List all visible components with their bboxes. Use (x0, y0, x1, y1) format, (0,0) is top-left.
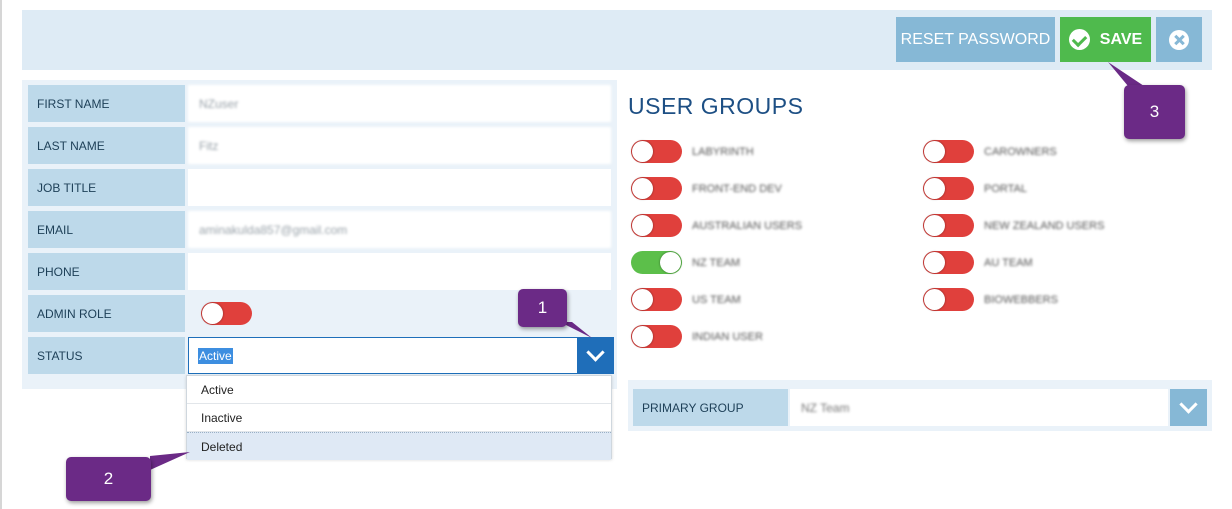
chevron-down-icon (586, 343, 605, 362)
group-toggle-au-team[interactable] (923, 251, 974, 274)
toggle-knob (924, 289, 945, 310)
reset-password-button[interactable]: RESET PASSWORD (896, 17, 1055, 62)
close-button[interactable] (1156, 17, 1202, 62)
toggle-knob (924, 178, 945, 199)
primary-group-select[interactable]: NZ Team (790, 389, 1168, 426)
check-circle-icon (1068, 29, 1090, 50)
group-toggle-labyrinth[interactable] (631, 140, 682, 163)
callout-badge-3: 3 (1124, 85, 1185, 139)
status-dropdown-button[interactable] (577, 337, 614, 374)
primary-group-value: NZ Team (801, 400, 850, 415)
toggle-knob (632, 141, 653, 162)
toolbar: RESET PASSWORD SAVE (22, 10, 1212, 70)
admin-role-label: ADMIN ROLE (28, 295, 185, 332)
save-button[interactable]: SAVE (1060, 17, 1151, 62)
job-title-row: JOB TITLE (28, 169, 611, 206)
first-name-input[interactable]: NZuser (188, 85, 611, 122)
group-label: NEW ZEALAND USERS (984, 220, 1105, 232)
toggle-knob (924, 141, 945, 162)
first-name-row: FIRST NAME NZuser (28, 85, 611, 122)
status-option-deleted[interactable]: Deleted (187, 432, 611, 460)
group-label: INDIAN USER (692, 331, 763, 343)
job-title-label: JOB TITLE (28, 169, 185, 206)
toggle-knob (202, 303, 223, 324)
group-label: LABYRINTH (692, 146, 754, 158)
group-label: AUSTRALIAN USERS (692, 220, 803, 232)
group-label: CAROWNERS (984, 146, 1057, 158)
toggle-knob (924, 215, 945, 236)
last-name-input[interactable]: Fitz (188, 127, 611, 164)
primary-group-dropdown-button[interactable] (1170, 389, 1207, 426)
email-row: EMAIL aminakulda857@gmail.com (28, 211, 611, 248)
toggle-knob (632, 178, 653, 199)
toggle-knob (924, 252, 945, 273)
user-form: FIRST NAME NZuser LAST NAME Fitz JOB TIT… (22, 80, 617, 389)
toggle-knob (660, 252, 681, 273)
status-dropdown-list: Active Inactive Deleted (186, 375, 612, 460)
status-selected-value: Active (198, 348, 233, 364)
group-toggle-new-zealand-users[interactable] (923, 214, 974, 237)
callout-badge-1: 1 (518, 289, 567, 327)
toggle-knob (632, 326, 653, 347)
group-toggle-biowebbers[interactable] (923, 288, 974, 311)
primary-group-label: PRIMARY GROUP (633, 389, 788, 426)
callout-2-pointer (150, 452, 190, 470)
status-label: STATUS (28, 337, 185, 374)
group-toggle-australian-users[interactable] (631, 214, 682, 237)
left-border (0, 0, 2, 509)
group-toggle-us-team[interactable] (631, 288, 682, 311)
group-toggle-portal[interactable] (923, 177, 974, 200)
primary-group-row: PRIMARY GROUP NZ Team (628, 380, 1212, 431)
callout-badge-2: 2 (66, 457, 151, 501)
save-label: SAVE (1099, 30, 1143, 48)
status-select[interactable]: Active (188, 337, 614, 374)
group-label: NZ TEAM (692, 257, 741, 269)
email-input[interactable]: aminakulda857@gmail.com (188, 211, 611, 248)
group-toggle-nz-team[interactable] (631, 251, 682, 274)
email-label: EMAIL (28, 211, 185, 248)
toggle-knob (632, 289, 653, 310)
job-title-input[interactable] (188, 169, 611, 206)
status-row: STATUS Active (28, 337, 614, 374)
admin-role-toggle[interactable] (201, 302, 252, 325)
group-label: FRONT-END DEV (692, 183, 782, 195)
last-name-row: LAST NAME Fitz (28, 127, 611, 164)
chevron-down-icon (1179, 395, 1198, 414)
phone-label: PHONE (28, 253, 185, 290)
group-toggle-front-end-dev[interactable] (631, 177, 682, 200)
group-label: BIOWEBBERS (984, 294, 1058, 306)
first-name-label: FIRST NAME (28, 85, 185, 122)
phone-input[interactable] (188, 253, 611, 290)
last-name-label: LAST NAME (28, 127, 185, 164)
status-option-inactive[interactable]: Inactive (187, 404, 611, 432)
group-label: AU TEAM (984, 257, 1033, 269)
group-label: US TEAM (692, 294, 741, 306)
status-option-active[interactable]: Active (187, 376, 611, 404)
group-toggle-indian-user[interactable] (631, 325, 682, 348)
group-toggle-carowners[interactable] (923, 140, 974, 163)
phone-row: PHONE (28, 253, 611, 290)
close-circle-icon (1169, 29, 1189, 50)
group-label: PORTAL (984, 183, 1027, 195)
toggle-knob (632, 215, 653, 236)
user-groups-title: USER GROUPS (628, 93, 804, 119)
